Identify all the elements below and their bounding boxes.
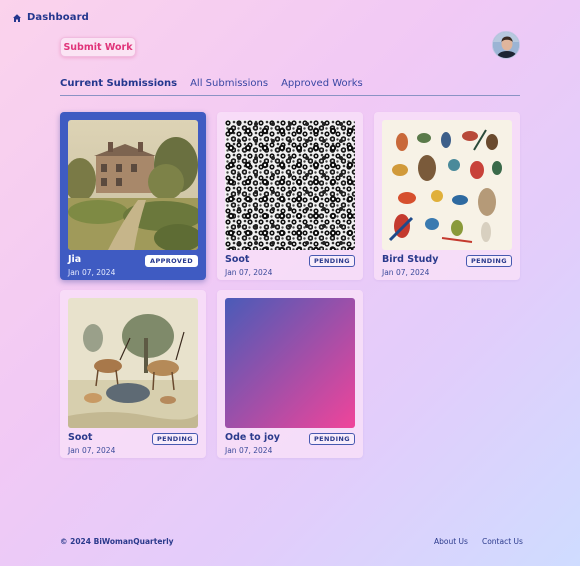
card-title: Bird Study <box>382 254 439 265</box>
home-icon <box>13 13 21 22</box>
card-title: Soot <box>225 254 250 265</box>
submission-card-ode-to-joy[interactable]: Ode to joy Jan 07, 2024 PENDING <box>217 290 363 458</box>
submission-tabs: Current Submissions All Submissions Appr… <box>60 76 520 96</box>
user-avatar[interactable] <box>492 31 520 59</box>
submission-card-soot[interactable]: Soot Jan 07, 2024 PENDING <box>217 112 363 280</box>
footer-copyright: © 2024 BiWomanQuarterly <box>60 537 174 546</box>
artwork-thumbnail <box>68 298 198 428</box>
card-date: Jan 07, 2024 <box>382 268 430 277</box>
status-badge: APPROVED <box>145 255 198 267</box>
status-badge: PENDING <box>151 433 198 445</box>
card-date: Jan 07, 2024 <box>225 268 273 277</box>
submission-card-bird-study[interactable]: Bird Study Jan 07, 2024 PENDING <box>374 112 520 280</box>
artwork-thumbnail <box>68 120 198 250</box>
status-badge: PENDING <box>308 433 355 445</box>
card-title: Ode to joy <box>225 432 280 443</box>
tab-current-submissions[interactable]: Current Submissions <box>60 76 177 95</box>
avatar-portrait-icon <box>493 32 519 58</box>
artwork-thumbnail <box>225 120 355 250</box>
card-date: Jan 07, 2024 <box>68 446 116 455</box>
artwork-thumbnail <box>382 120 512 250</box>
submit-work-button[interactable]: Submit Work <box>60 37 136 57</box>
top-nav: Dashboard <box>12 12 89 23</box>
artwork-thumbnail <box>225 298 355 428</box>
footer-links: About Us Contact Us <box>434 537 523 546</box>
submission-card-soot-2[interactable]: Soot Jan 07, 2024 PENDING <box>60 290 206 458</box>
card-date: Jan 07, 2024 <box>68 268 116 277</box>
about-us-link[interactable]: About Us <box>434 537 468 546</box>
card-title: Soot <box>68 432 93 443</box>
dashboard-link[interactable]: Dashboard <box>27 12 89 23</box>
contact-us-link[interactable]: Contact Us <box>482 537 523 546</box>
status-badge: PENDING <box>308 255 355 267</box>
status-badge: PENDING <box>465 255 512 267</box>
card-title: Jia <box>68 254 82 265</box>
tab-all-submissions[interactable]: All Submissions <box>190 76 268 95</box>
tab-approved-works[interactable]: Approved Works <box>281 76 363 95</box>
card-date: Jan 07, 2024 <box>225 446 273 455</box>
submission-card-jia[interactable]: Jia Jan 07, 2024 APPROVED <box>60 112 206 280</box>
